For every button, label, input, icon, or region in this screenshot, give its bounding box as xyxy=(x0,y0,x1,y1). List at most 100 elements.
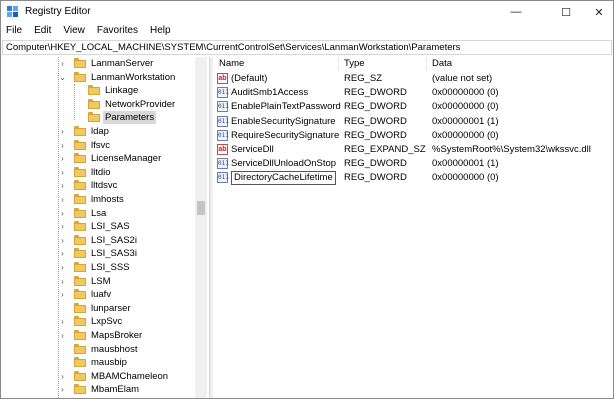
tree-item[interactable]: ⌄ LanmanWorkstation xyxy=(2,71,202,84)
tree-item[interactable]: › LSI_SAS xyxy=(2,220,202,233)
registry-key-tree: › LanmanServer ⌄ LanmanWorkstation Linkage Ne… xyxy=(2,57,209,398)
column-header-name[interactable]: Name xyxy=(219,57,244,71)
column-header-data[interactable]: Data xyxy=(432,57,452,71)
column-divider[interactable] xyxy=(338,57,339,71)
tree-item[interactable]: lunparser xyxy=(2,302,202,315)
tree-item[interactable]: › luafv xyxy=(2,288,202,301)
expand-arrow-icon[interactable]: › xyxy=(58,126,67,137)
expand-arrow-icon[interactable]: › xyxy=(58,276,67,287)
expand-arrow-icon[interactable]: › xyxy=(58,180,67,191)
folder-icon xyxy=(74,139,86,150)
value-type: REG_DWORD xyxy=(344,87,407,99)
folder-icon-part xyxy=(74,359,86,368)
tree-item[interactable]: › lmhosts xyxy=(2,193,202,206)
folder-icon xyxy=(74,153,86,164)
tree-item[interactable]: › Lsa xyxy=(2,207,202,220)
tree-item-label: lfsvc xyxy=(91,139,110,151)
expand-arrow-icon[interactable]: › xyxy=(58,208,67,219)
maximize-button[interactable]: ☐ xyxy=(548,1,584,23)
expand-arrow-icon[interactable]: › xyxy=(58,316,67,327)
expand-arrow-icon[interactable]: › xyxy=(58,58,67,69)
folder-icon xyxy=(74,262,86,272)
expand-arrow-icon[interactable]: › xyxy=(58,235,67,246)
address-bar[interactable]: Computer\HKEY_LOCAL_MACHINE\SYSTEM\Curre… xyxy=(2,40,612,55)
menu-view[interactable]: View xyxy=(57,23,91,39)
menu-edit[interactable]: Edit xyxy=(28,23,57,39)
folder-icon-part xyxy=(74,73,86,82)
menu-favorites[interactable]: Favorites xyxy=(91,23,144,39)
folder-icon-part xyxy=(74,141,86,150)
registry-value-row[interactable]: 011 EnableSecuritySignature REG_DWORD 0x000… xyxy=(213,115,611,129)
tree-item[interactable]: mausbhost xyxy=(2,343,202,356)
close-button[interactable]: ✕ xyxy=(581,1,614,23)
expand-arrow-icon[interactable]: › xyxy=(58,330,67,341)
tree-item[interactable]: mausbip xyxy=(2,356,202,369)
folder-icon-part xyxy=(74,182,86,191)
tree-item[interactable]: › LSI_SAS2i xyxy=(2,234,202,247)
folder-icon xyxy=(74,58,86,68)
expand-arrow-icon[interactable]: › xyxy=(58,384,67,395)
expand-arrow-icon[interactable]: › xyxy=(58,194,67,205)
tree-item[interactable]: › MapsBroker xyxy=(2,329,202,342)
expand-arrow-icon[interactable]: › xyxy=(58,289,67,300)
tree-scrollbar-thumb[interactable] xyxy=(197,201,205,215)
registry-value-row[interactable]: ab ServiceDll REG_EXPAND_SZ %SystemRoot%\Sy… xyxy=(213,143,611,157)
tree-item[interactable]: › lltdio xyxy=(2,166,202,179)
folder-icon xyxy=(74,234,86,245)
registry-value-row[interactable]: ab (Default) REG_SZ (value not set) xyxy=(213,72,611,86)
registry-value-row[interactable]: 011 ServiceDllUnloadOnStop REG_DWORD 0x0000… xyxy=(213,157,611,171)
tree-item[interactable]: › LSM xyxy=(2,275,202,288)
tree-item[interactable]: Linkage xyxy=(2,84,202,97)
tree-item[interactable]: Parameters xyxy=(2,111,202,125)
tree-scrollbar[interactable] xyxy=(195,57,207,398)
expand-arrow-icon[interactable]: › xyxy=(58,371,67,382)
tree-item[interactable]: › ldap xyxy=(2,125,202,138)
value-type: REG_DWORD xyxy=(344,158,407,170)
folder-icon xyxy=(74,207,86,218)
string-value-icon: ab xyxy=(217,144,228,155)
folder-icon xyxy=(88,98,100,109)
expand-arrow-icon[interactable]: › xyxy=(58,167,67,178)
value-data: 0x00000000 (0) xyxy=(432,172,499,184)
expand-arrow-icon[interactable]: › xyxy=(58,221,67,232)
tree-item[interactable]: › LSI_SAS3i xyxy=(2,247,202,260)
tree-item[interactable]: › MBAMChameleon xyxy=(2,370,202,383)
tree-item[interactable]: NetworkProvider xyxy=(2,98,202,111)
tree-item[interactable]: › LSI_SSS xyxy=(2,261,202,274)
expand-arrow-icon[interactable]: › xyxy=(58,248,67,259)
folder-icon xyxy=(74,221,86,232)
value-data: 0x00000000 (0) xyxy=(432,129,499,141)
expand-arrow-icon[interactable]: › xyxy=(58,262,67,273)
value-name: EnablePlainTextPassword xyxy=(231,101,341,113)
minimize-button[interactable]: — xyxy=(498,1,534,23)
title-bar: Registry Editor — ☐ ✕ xyxy=(1,1,613,23)
value-type: REG_SZ xyxy=(344,73,383,84)
tree-item-label: LSI_SSS xyxy=(91,262,130,273)
collapse-arrow-icon[interactable]: ⌄ xyxy=(58,72,67,83)
column-header-type[interactable]: Type xyxy=(344,57,365,71)
tree-item[interactable]: ›MBAMService xyxy=(2,397,202,398)
tree-item[interactable]: › MbamElam xyxy=(2,383,202,396)
tree-item-label: MBAMChameleon xyxy=(91,370,169,382)
tree-item[interactable]: › LxpSvc xyxy=(2,315,202,328)
expand-arrow-icon[interactable]: › xyxy=(58,153,67,164)
menu-help[interactable]: Help xyxy=(144,23,177,39)
menu-file[interactable]: File xyxy=(1,23,28,39)
folder-icon-part xyxy=(88,100,100,109)
folder-icon-part xyxy=(74,318,86,327)
registry-value-row[interactable]: 011 RequireSecuritySignature REG_DWORD 0x00… xyxy=(213,129,611,143)
tree-item-label: MBAMService xyxy=(89,397,153,398)
tree-item[interactable]: › lltdsvc xyxy=(2,179,202,192)
registry-value-row[interactable]: 011 DirectoryCacheLifetime REG_DWORD 0x0000… xyxy=(213,171,611,186)
registry-value-row[interactable]: 011 AuditSmb1Access REG_DWORD 0x00000000 (0… xyxy=(213,86,611,100)
tree-item-label: Linkage xyxy=(105,85,139,97)
folder-icon xyxy=(88,112,100,123)
registry-value-row[interactable]: 011 EnablePlainTextPassword REG_DWORD 0x000… xyxy=(213,100,611,114)
value-name-edit-field[interactable]: DirectoryCacheLifetime xyxy=(231,171,336,186)
column-divider[interactable] xyxy=(426,57,427,71)
tree-item[interactable]: › LicenseManager xyxy=(2,152,202,165)
registry-values-list: Name Type Data ab (Default) REG_SZ (value n… xyxy=(213,57,613,398)
tree-item[interactable]: › lfsvc xyxy=(2,139,202,152)
tree-item[interactable]: › LanmanServer xyxy=(2,57,202,70)
expand-arrow-icon[interactable]: › xyxy=(58,140,67,151)
